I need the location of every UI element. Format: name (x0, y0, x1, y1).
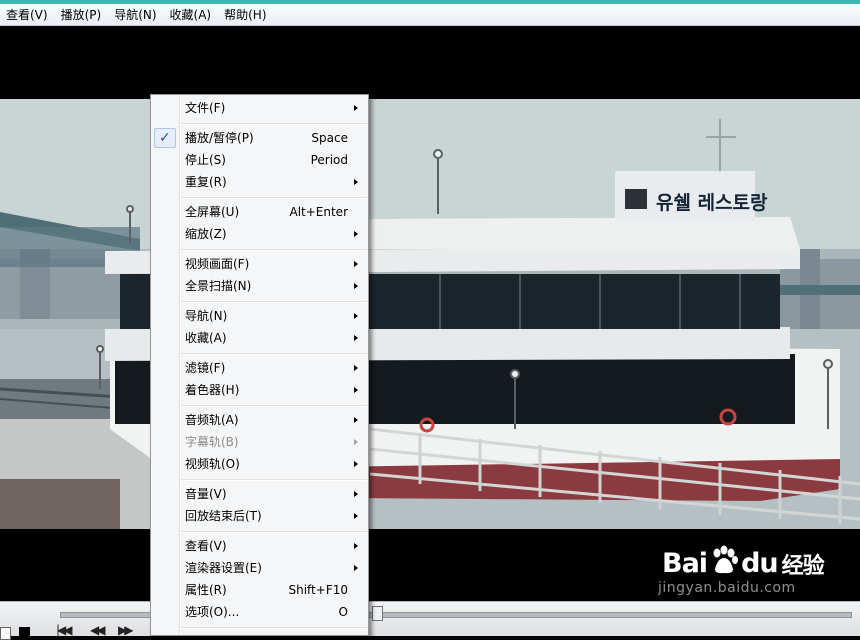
menu-item-label: 全屏幕(U) (185, 205, 240, 219)
submenu-arrow-icon (354, 231, 358, 237)
menu-item-label: 重复(R) (185, 175, 227, 189)
menu-item-label: 音量(V) (185, 487, 227, 501)
play-button[interactable] (0, 627, 11, 640)
video-frame-image: 유쉘 레스토랑 (0, 99, 860, 529)
menu-item-video-track[interactable]: 视频轨(O) (151, 453, 368, 475)
submenu-arrow-icon (354, 439, 358, 445)
menu-navigate[interactable]: 导航(N) (108, 6, 163, 23)
menu-item-label: 收藏(A) (185, 331, 227, 345)
previous-icon[interactable]: |◀◀ (56, 623, 72, 637)
forward-icon[interactable]: ▶▶ (118, 623, 134, 637)
rewind-icon[interactable]: ◀◀ (90, 623, 106, 637)
menu-item-label: 回放结束后(T) (185, 509, 262, 523)
menu-item-label: 视频轨(O) (185, 457, 240, 471)
menu-separator (181, 249, 367, 251)
menu-item-options[interactable]: 选项(O)... O (151, 601, 368, 623)
menu-item-video-frame[interactable]: 视频画面(F) (151, 253, 368, 275)
menu-view[interactable]: 查看(V) (0, 6, 55, 23)
submenu-arrow-icon (354, 387, 358, 393)
menu-item-shaders[interactable]: 着色器(H) (151, 379, 368, 401)
menu-item-renderer-settings[interactable]: 渲染器设置(E) (151, 557, 368, 579)
menu-item-label: 字幕轨(B) (185, 435, 239, 449)
watermark-logo-du: du (741, 548, 779, 579)
baidu-paw-icon (709, 545, 739, 582)
menu-item-label: 音频轨(A) (185, 413, 239, 427)
menu-item-play-pause[interactable]: ✓ 播放/暂停(P) Space (151, 127, 368, 149)
watermark-url: jingyan.baidu.com (658, 580, 796, 596)
submenu-arrow-icon (354, 283, 358, 289)
menu-item-label: 停止(S) (185, 153, 226, 167)
submenu-arrow-icon (354, 335, 358, 341)
menu-item-label: 文件(F) (185, 101, 226, 115)
menu-item-label: 播放/暂停(P) (185, 131, 254, 145)
menu-item-view[interactable]: 查看(V) (151, 535, 368, 557)
menu-favorites[interactable]: 收藏(A) (164, 6, 219, 23)
menu-item-file[interactable]: 文件(F) (151, 97, 368, 119)
menu-item-label: 导航(N) (185, 309, 228, 323)
boat-sign-text: 유쉘 레스토랑 (656, 192, 768, 214)
menu-item-fullscreen[interactable]: 全屏幕(U) Alt+Enter (151, 201, 368, 223)
menu-item-stop[interactable]: 停止(S) Period (151, 149, 368, 171)
menu-play[interactable]: 播放(P) (55, 6, 109, 23)
menu-item-shortcut: Alt+Enter (289, 205, 348, 219)
menu-bar: 查看(V) 播放(P) 导航(N) 收藏(A) 帮助(H) (0, 4, 860, 26)
menu-item-favorites[interactable]: 收藏(A) (151, 327, 368, 349)
checkmark-glyph: ✓ (159, 130, 171, 146)
menu-item-audio-track[interactable]: 音频轨(A) (151, 409, 368, 431)
menu-item-label: 滤镜(F) (185, 361, 226, 375)
menu-item-navigate[interactable]: 导航(N) (151, 305, 368, 327)
menu-item-subtitle-track: 字幕轨(B) (151, 431, 368, 453)
menu-item-shortcut: Period (310, 153, 348, 167)
menu-item-label: 属性(R) (185, 583, 227, 597)
submenu-arrow-icon (354, 543, 358, 549)
submenu-arrow-icon (354, 461, 358, 467)
menu-help[interactable]: 帮助(H) (218, 6, 273, 23)
submenu-arrow-icon (354, 261, 358, 267)
video-area[interactable]: 유쉘 레스토랑 (0, 26, 860, 601)
context-menu: 文件(F) ✓ 播放/暂停(P) Space 停止(S) Period 重复(R… (150, 94, 369, 636)
submenu-arrow-icon (354, 491, 358, 497)
seek-thumb[interactable] (372, 606, 383, 621)
menu-item-filters[interactable]: 滤镜(F) (151, 357, 368, 379)
menu-item-label: 渲染器设置(E) (185, 561, 262, 575)
watermark-logo-jingyan: 经验 (781, 553, 825, 579)
submenu-arrow-icon (354, 179, 358, 185)
checkmark-icon: ✓ (154, 128, 176, 148)
menu-item-label: 查看(V) (185, 539, 227, 553)
menu-item-label: 视频画面(F) (185, 257, 250, 271)
menu-separator (181, 479, 367, 481)
playback-controls: |◀◀ ◀◀ ▶▶ (0, 601, 860, 640)
menu-item-shortcut: Shift+F10 (288, 583, 348, 597)
watermark-logo: Bai du 经验 (662, 545, 825, 582)
menu-separator (181, 627, 367, 629)
menu-item-shortcut: Space (311, 131, 348, 145)
menu-item-zoom[interactable]: 缩放(Z) (151, 223, 368, 245)
submenu-arrow-icon (354, 565, 358, 571)
menu-item-properties[interactable]: 属性(R) Shift+F10 (151, 579, 368, 601)
submenu-arrow-icon (354, 417, 358, 423)
menu-separator (181, 123, 367, 125)
stop-button[interactable] (19, 627, 30, 638)
menu-item-label: 缩放(Z) (185, 227, 227, 241)
video-frame: 유쉘 레스토랑 (0, 99, 860, 529)
baidu-jingyan-watermark: Bai du 经验 jingyan.baidu.com (658, 545, 825, 596)
menu-item-label: 全景扫描(N) (185, 279, 252, 293)
menu-separator (181, 531, 367, 533)
menu-item-pan-scan[interactable]: 全景扫描(N) (151, 275, 368, 297)
watermark-logo-bai: Bai (662, 548, 708, 579)
submenu-arrow-icon (354, 313, 358, 319)
menu-item-label: 着色器(H) (185, 383, 240, 397)
menu-item-after-playback[interactable]: 回放结束后(T) (151, 505, 368, 527)
menu-item-shortcut: O (338, 605, 348, 619)
menu-item-repeat[interactable]: 重复(R) (151, 171, 368, 193)
menu-item-volume[interactable]: 音量(V) (151, 483, 368, 505)
submenu-arrow-icon (354, 365, 358, 371)
submenu-arrow-icon (354, 105, 358, 111)
menu-item-label: 选项(O)... (185, 605, 240, 619)
submenu-arrow-icon (354, 513, 358, 519)
menu-separator (181, 197, 367, 199)
menu-separator (181, 301, 367, 303)
menu-separator (181, 353, 367, 355)
menu-separator (181, 405, 367, 407)
